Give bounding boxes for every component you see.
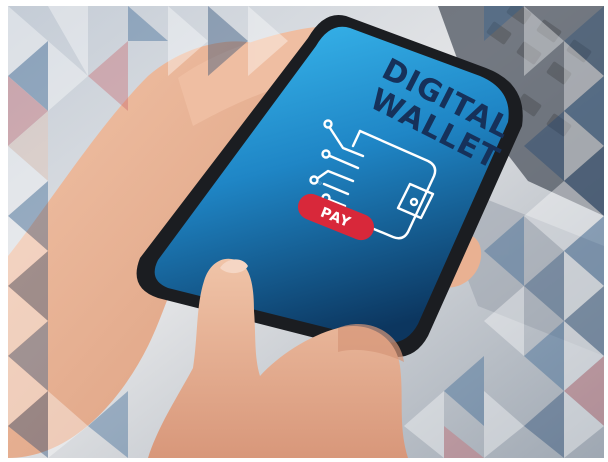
overlay-triangle (248, 6, 288, 76)
overlay-triangle (524, 111, 564, 181)
overlay-triangle (208, 6, 248, 76)
overlay-triangle (168, 6, 208, 76)
overlay-triangle (524, 181, 564, 251)
triangle-pattern-overlay (8, 6, 604, 458)
overlay-triangle (484, 286, 524, 356)
overlay-triangle (444, 426, 484, 458)
overlay-triangle (484, 216, 524, 286)
overlay-triangle (524, 321, 564, 391)
overlay-triangle (48, 391, 88, 458)
overlay-triangle (404, 391, 444, 458)
photo: DIGITAL WALLET PAY (8, 6, 604, 458)
overlay-triangle (128, 6, 168, 41)
overlay-triangle (88, 41, 128, 111)
overlay-triangle (524, 251, 564, 321)
overlay-triangle (444, 356, 484, 426)
overlay-triangle (484, 391, 524, 458)
overlay-triangle (524, 391, 564, 458)
overlay-triangle (524, 6, 564, 76)
overlay-triangle (484, 6, 524, 41)
overlay-triangle (88, 391, 128, 458)
